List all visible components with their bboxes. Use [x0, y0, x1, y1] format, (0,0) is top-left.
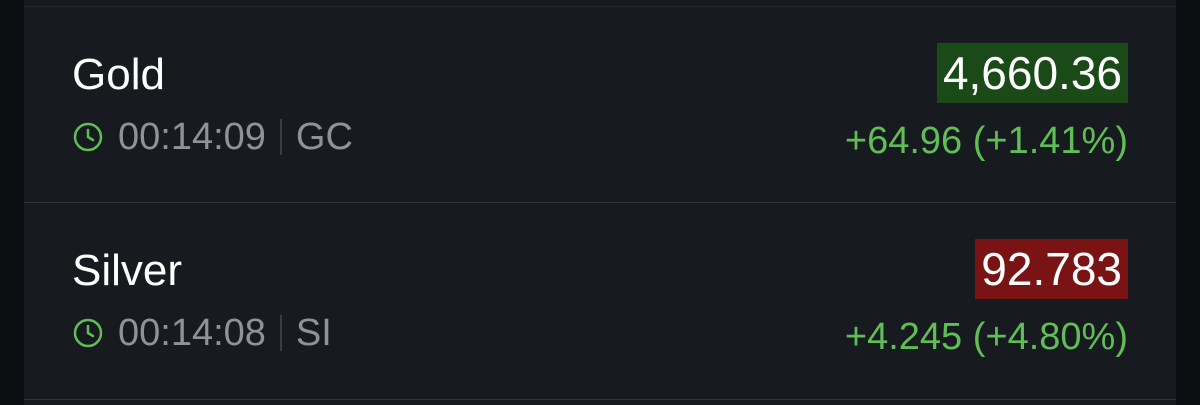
quote-meta: 00:14:09 GC — [72, 115, 353, 159]
quote-meta: 00:14:08 SI — [72, 311, 332, 355]
quote-row-silver[interactable]: Silver 00:14:08 SI 92.783 +4.245 (+4.80%… — [24, 203, 1176, 399]
last-price: 92.783 — [975, 239, 1128, 299]
price-change: +64.96 (+1.41%) — [844, 120, 1128, 162]
meta-separator — [279, 119, 282, 155]
quote-time: 00:14:09 — [118, 115, 266, 158]
quote-time: 00:14:08 — [118, 311, 266, 354]
last-price: 4,660.36 — [936, 43, 1128, 103]
clock-icon — [73, 318, 103, 348]
ticker-symbol: SI — [295, 311, 332, 354]
quote-list: Gold 00:14:09 GC 4,660.36 +64.96 (+1.41%… — [24, 0, 1176, 405]
ticker-symbol: GC — [295, 115, 353, 158]
instrument-name: Gold — [72, 50, 165, 99]
price-change: +4.245 (+4.80%) — [844, 316, 1128, 358]
list-bottom-border — [24, 399, 1176, 400]
clock-icon — [73, 122, 103, 152]
quote-row-gold[interactable]: Gold 00:14:09 GC 4,660.36 +64.96 (+1.41%… — [24, 7, 1176, 203]
meta-separator — [279, 315, 282, 351]
instrument-name: Silver — [72, 246, 183, 295]
